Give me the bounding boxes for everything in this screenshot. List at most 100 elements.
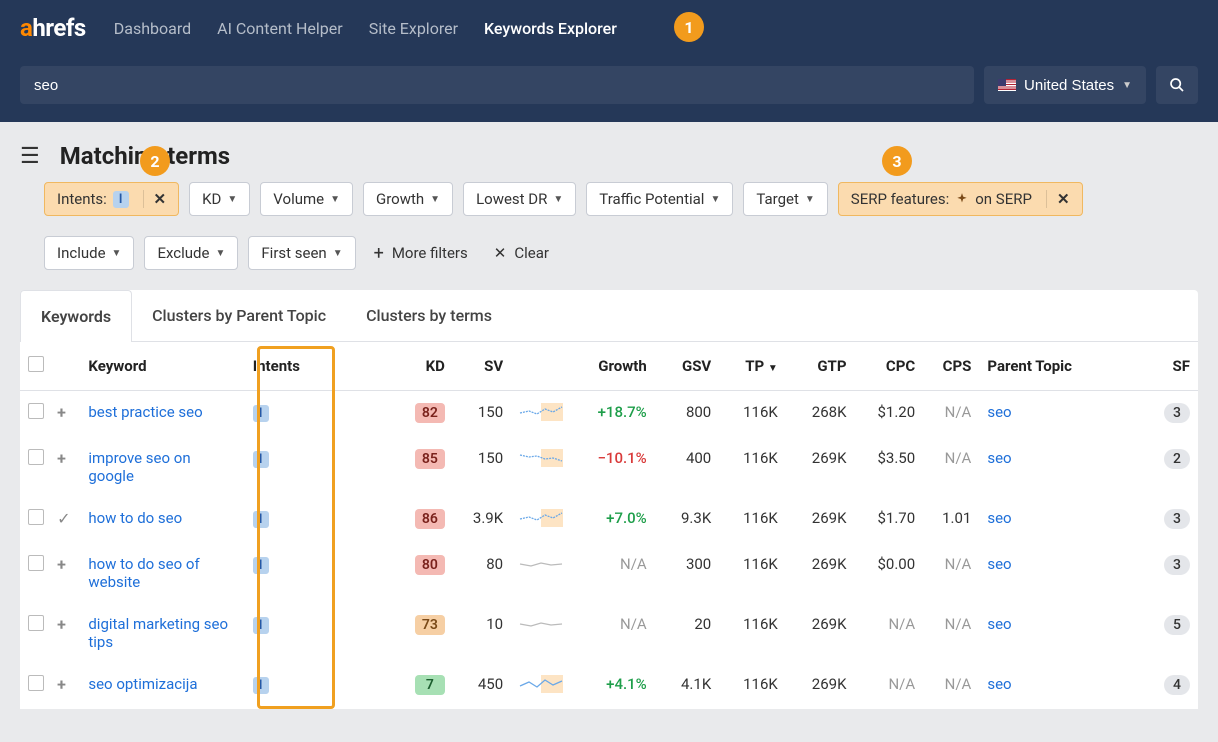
- nav-dashboard[interactable]: Dashboard: [114, 19, 191, 38]
- filter-kd[interactable]: KD▼: [189, 182, 250, 216]
- gsv-value: 300: [655, 543, 720, 603]
- nav-ai-content-helper[interactable]: AI Content Helper: [217, 19, 343, 38]
- sf-pill: 3: [1164, 403, 1190, 423]
- filter-intents-remove[interactable]: ✕: [143, 190, 167, 208]
- col-intents[interactable]: Intents: [245, 342, 330, 391]
- keyword-link[interactable]: digital marketing seo tips: [88, 615, 236, 651]
- filter-include[interactable]: Include▼: [44, 236, 134, 270]
- tp-value: 116K: [719, 603, 786, 663]
- row-checkbox[interactable]: [28, 555, 44, 571]
- nav-site-explorer[interactable]: Site Explorer: [369, 19, 458, 38]
- chevron-down-icon: ▼: [333, 248, 343, 259]
- cpc-value: $1.20: [855, 391, 924, 438]
- parent-topic-link[interactable]: seo: [987, 555, 1011, 573]
- col-growth[interactable]: Growth: [569, 342, 654, 391]
- check-icon[interactable]: ✓: [57, 509, 70, 528]
- intent-badge: I: [253, 617, 269, 634]
- filter-serp-features-label: SERP features:: [851, 190, 949, 208]
- chevron-down-icon: ▼: [1122, 80, 1132, 91]
- chevron-down-icon: ▼: [227, 194, 237, 205]
- sv-value: 3.9K: [453, 497, 511, 543]
- row-checkbox[interactable]: [28, 403, 44, 419]
- keyword-link[interactable]: improve seo on google: [88, 449, 236, 485]
- col-keyword[interactable]: Keyword: [80, 342, 244, 391]
- expand-plus-icon[interactable]: +: [57, 403, 66, 422]
- expand-plus-icon[interactable]: +: [57, 449, 66, 468]
- gsv-value: 20: [655, 603, 720, 663]
- filter-target[interactable]: Target▼: [743, 182, 827, 216]
- growth-value: N/A: [620, 615, 647, 633]
- keyword-link[interactable]: best practice seo: [88, 403, 202, 421]
- gsv-value: 800: [655, 391, 720, 438]
- col-gsv[interactable]: GSV: [655, 342, 720, 391]
- col-gtp[interactable]: GTP: [786, 342, 855, 391]
- col-kd[interactable]: KD: [393, 342, 453, 391]
- table-row: ✓how to do seoI863.9K+7.0%9.3K116K269K$1…: [20, 497, 1198, 543]
- col-tp[interactable]: TP ▼: [719, 342, 786, 391]
- filter-traffic-potential[interactable]: Traffic Potential▼: [586, 182, 733, 216]
- nav-keywords-explorer[interactable]: Keywords Explorer: [484, 19, 617, 38]
- expand-plus-icon[interactable]: +: [57, 675, 66, 694]
- growth-value: +7.0%: [606, 509, 647, 527]
- filter-serp-features-remove[interactable]: ✕: [1046, 190, 1070, 208]
- col-sv[interactable]: SV: [453, 342, 511, 391]
- parent-topic-link[interactable]: seo: [987, 509, 1011, 527]
- growth-value: +4.1%: [606, 675, 647, 693]
- tp-value: 116K: [719, 391, 786, 438]
- gsv-value: 4.1K: [655, 663, 720, 709]
- search-button[interactable]: [1156, 66, 1198, 104]
- parent-topic-link[interactable]: seo: [987, 615, 1011, 633]
- filter-exclude[interactable]: Exclude▼: [144, 236, 238, 270]
- main-nav: Dashboard AI Content Helper Site Explore…: [114, 19, 617, 38]
- logo[interactable]: ahrefs: [20, 14, 86, 42]
- col-cpc[interactable]: CPC: [855, 342, 924, 391]
- cpc-value: $0.00: [855, 543, 924, 603]
- parent-topic-link[interactable]: seo: [987, 449, 1011, 467]
- filter-volume[interactable]: Volume▼: [260, 182, 353, 216]
- filter-lowest-dr[interactable]: Lowest DR▼: [463, 182, 576, 216]
- clear-filters-button[interactable]: ✕ Clear: [486, 244, 557, 262]
- col-sf[interactable]: SF: [1146, 342, 1198, 391]
- sparkline-icon: [519, 509, 563, 527]
- tab-clusters-parent-topic[interactable]: Clusters by Parent Topic: [132, 290, 346, 341]
- sf-pill: 3: [1164, 555, 1190, 575]
- sf-pill: 2: [1164, 449, 1190, 469]
- row-checkbox[interactable]: [28, 675, 44, 691]
- row-checkbox[interactable]: [28, 449, 44, 465]
- filter-intents[interactable]: Intents: I ✕: [44, 182, 179, 216]
- results-table: Keyword Intents KD SV Growth GSV TP ▼ GT…: [20, 342, 1198, 709]
- sparkline-icon: [519, 403, 563, 421]
- more-filters-button[interactable]: + More filters: [366, 243, 476, 264]
- col-parent-topic[interactable]: Parent Topic: [979, 342, 1146, 391]
- gtp-value: 269K: [786, 663, 855, 709]
- annotation-1: 1: [674, 12, 704, 42]
- sparkline-icon: [519, 555, 563, 573]
- hamburger-menu-icon[interactable]: ☰: [20, 144, 40, 169]
- keyword-link[interactable]: how to do seo: [88, 509, 182, 527]
- sv-value: 10: [453, 603, 511, 663]
- filter-serp-features[interactable]: SERP features: on SERP ✕: [838, 182, 1083, 216]
- country-selector[interactable]: United States ▼: [984, 66, 1146, 104]
- intent-badge: I: [253, 451, 269, 468]
- filter-first-seen[interactable]: First seen▼: [248, 236, 355, 270]
- expand-plus-icon[interactable]: +: [57, 615, 66, 634]
- filter-growth[interactable]: Growth▼: [363, 182, 453, 216]
- keyword-link[interactable]: seo optimizacija: [88, 675, 197, 693]
- parent-topic-link[interactable]: seo: [987, 403, 1011, 421]
- tab-clusters-terms[interactable]: Clusters by terms: [346, 290, 512, 341]
- table-row: +improve seo on googleI85150−10.1%400116…: [20, 437, 1198, 497]
- tab-keywords[interactable]: Keywords: [20, 290, 132, 342]
- keyword-search-input[interactable]: [20, 66, 974, 104]
- keyword-link[interactable]: how to do seo of website: [88, 555, 236, 591]
- cps-value: N/A: [923, 437, 979, 497]
- select-all-checkbox[interactable]: [28, 356, 44, 372]
- col-cps[interactable]: CPS: [923, 342, 979, 391]
- expand-plus-icon[interactable]: +: [57, 555, 66, 574]
- sparkline-icon: [519, 449, 563, 467]
- row-checkbox[interactable]: [28, 615, 44, 631]
- table-row: +best practice seoI82150+18.7%800116K268…: [20, 391, 1198, 438]
- row-checkbox[interactable]: [28, 509, 44, 525]
- close-icon: ✕: [494, 244, 507, 262]
- chevron-down-icon: ▼: [112, 248, 122, 259]
- parent-topic-link[interactable]: seo: [987, 675, 1011, 693]
